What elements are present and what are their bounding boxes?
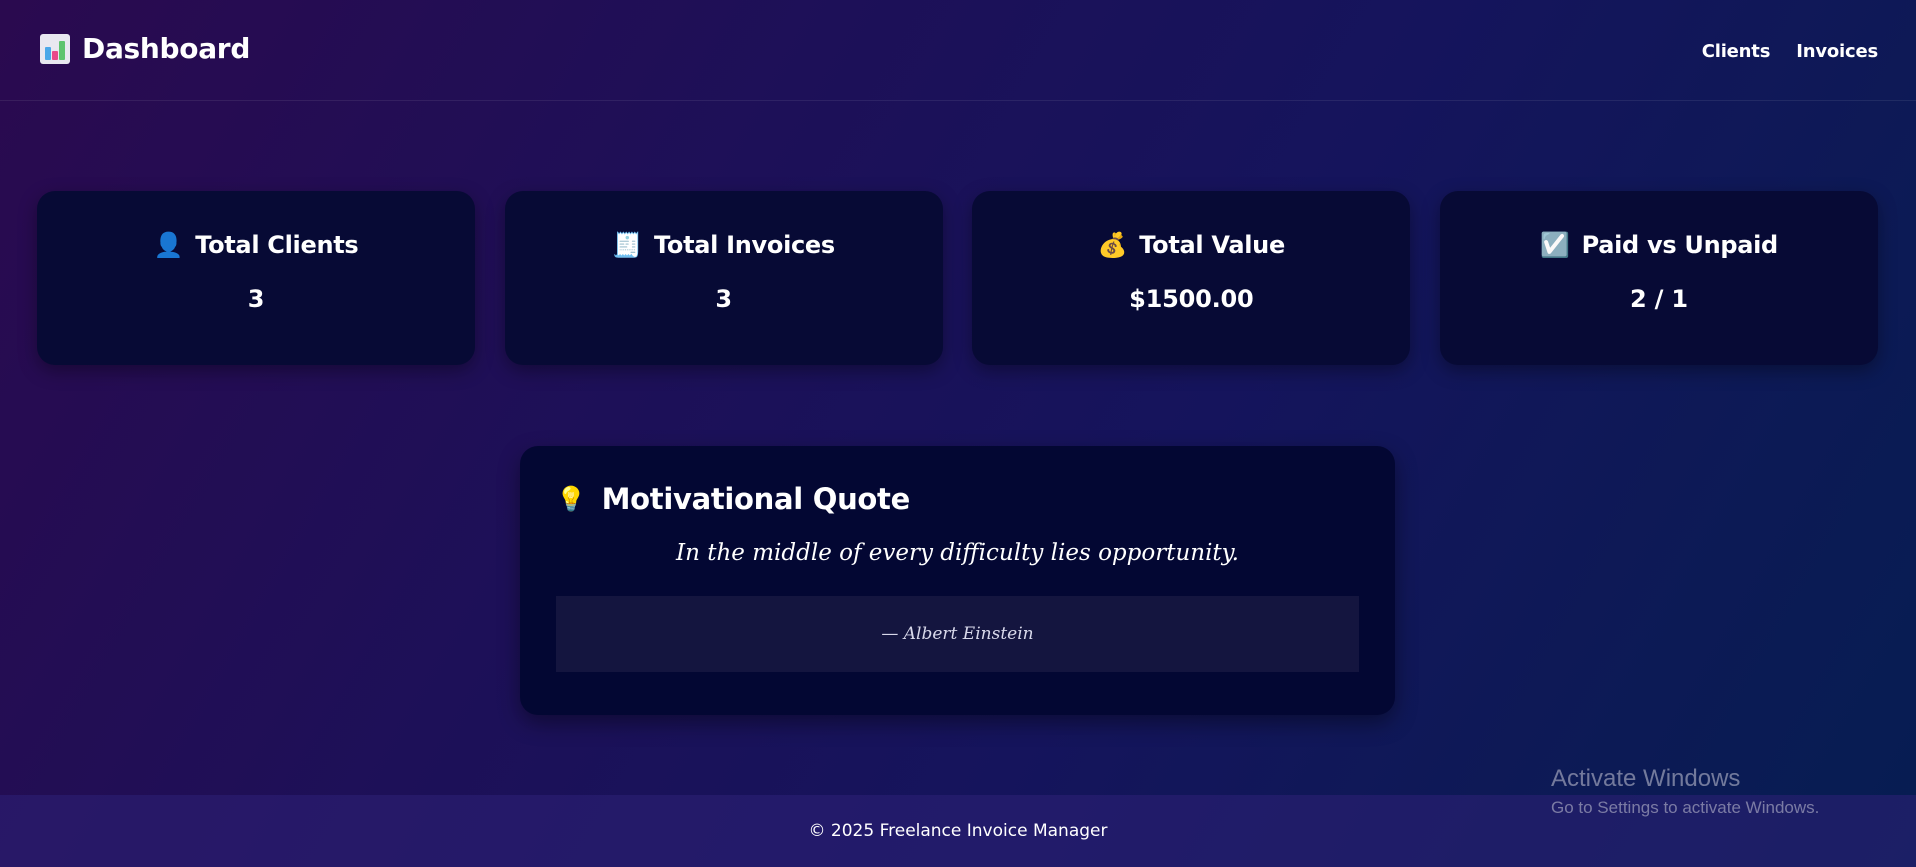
stat-value: $1500.00 <box>1129 285 1254 313</box>
quote-text: In the middle of every difficulty lies o… <box>676 540 1239 566</box>
light-bulb-icon: 💡 <box>556 485 586 513</box>
stat-card-total-invoices: 🧾 Total Invoices 3 <box>504 191 943 365</box>
page-title: Dashboard <box>82 32 251 65</box>
stat-label: Paid vs Unpaid <box>1581 231 1779 259</box>
stat-card-title: 💰 Total Value <box>972 231 1410 259</box>
stat-card-paid-vs-unpaid: ☑️ Paid vs Unpaid 2 / 1 <box>1439 191 1878 365</box>
check-box-icon: ☑️ <box>1540 231 1570 259</box>
stat-card-title: 🧾 Total Invoices <box>505 231 943 259</box>
quote-heading-label: Motivational Quote <box>601 482 911 516</box>
footer-text: © 2025 Freelance Invoice Manager <box>808 821 1108 841</box>
stat-card-title: ☑️ Paid vs Unpaid <box>1440 231 1878 259</box>
stat-value: 3 <box>247 285 265 313</box>
stat-card-total-value: 💰 Total Value $1500.00 <box>972 191 1411 365</box>
money-bag-icon: 💰 <box>1097 231 1128 259</box>
receipt-icon: 🧾 <box>612 231 642 259</box>
stat-label: Total Clients <box>195 231 359 259</box>
stat-card-title: 👤 Total Clients <box>37 231 475 259</box>
activate-windows-watermark: Activate Windows Go to Settings to activ… <box>1551 765 1819 818</box>
quote-card: 💡 Motivational Quote In the middle of ev… <box>520 446 1395 715</box>
nav-link-invoices[interactable]: Invoices <box>1796 41 1878 62</box>
stat-card-total-clients: 👤 Total Clients 3 <box>37 191 475 365</box>
stat-label: Total Value <box>1139 231 1285 259</box>
main-nav: Clients Invoices <box>1702 41 1878 62</box>
quote-heading: 💡 Motivational Quote <box>556 482 1359 516</box>
quote-author: — Albert Einstein <box>556 596 1359 672</box>
stat-value: 2 / 1 <box>1630 285 1688 313</box>
nav-link-clients[interactable]: Clients <box>1702 41 1771 62</box>
top-navbar: Dashboard Clients Invoices <box>0 0 1916 101</box>
bar-chart-icon <box>40 33 70 64</box>
brand[interactable]: Dashboard <box>40 32 250 65</box>
stat-value: 3 <box>715 285 732 313</box>
watermark-title: Activate Windows <box>1551 765 1741 792</box>
stat-label: Total Invoices <box>654 231 835 259</box>
person-icon: 👤 <box>153 231 184 259</box>
stats-row: 👤 Total Clients 3 🧾 Total Invoices 3 💰 T… <box>37 191 1878 365</box>
watermark-subtitle: Go to Settings to activate Windows. <box>1551 798 1820 817</box>
